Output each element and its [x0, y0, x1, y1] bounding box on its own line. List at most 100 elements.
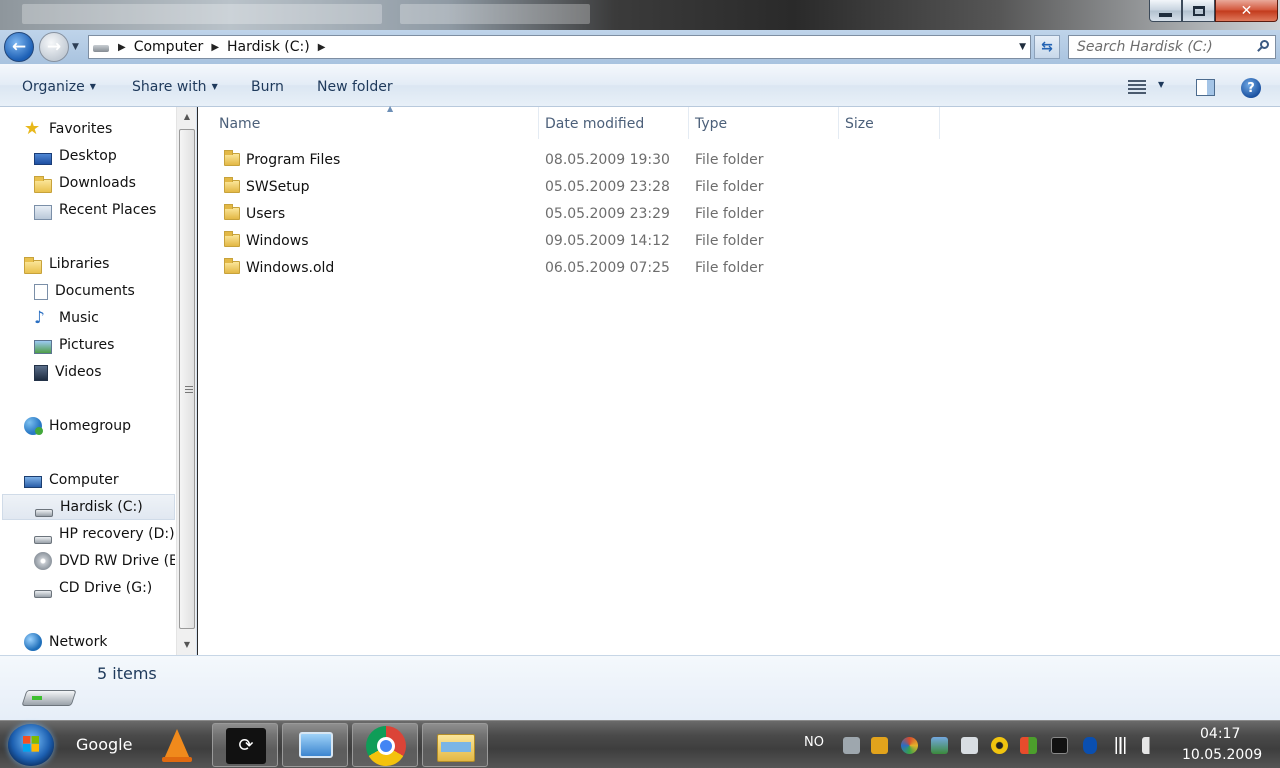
search-input[interactable]: Search Hardisk (C:) — [1068, 35, 1276, 59]
google-toolbar[interactable]: Google — [76, 735, 132, 754]
organize-button[interactable]: Organize ▼ — [22, 79, 96, 95]
taskbar: Google ⟳ NO 04:17 10.05.2009 — [0, 720, 1280, 768]
file-row[interactable]: Windows.old 06.05.2009 07:25 File folder — [222, 256, 782, 282]
network-tray-icon[interactable] — [843, 737, 860, 754]
nav-downloads[interactable]: Downloads — [34, 170, 136, 196]
nav-homegroup[interactable]: Homegroup — [24, 413, 131, 439]
address-bar[interactable]: ▶ Computer ▶ Hardisk (C:) ▶ ▼ — [88, 35, 1031, 59]
file-list: Name ▲ Date modified Type Size Program Fi… — [198, 104, 1280, 655]
column-header-name[interactable]: Name ▲ — [213, 104, 539, 139]
tray-app-icon[interactable] — [961, 737, 978, 754]
column-label: Type — [695, 116, 728, 132]
clock-time[interactable]: 04:17 — [1200, 726, 1240, 742]
new-folder-button[interactable]: New folder — [317, 79, 393, 95]
back-button[interactable]: ← — [4, 32, 34, 62]
nav-libraries[interactable]: Libraries — [24, 251, 109, 277]
steam-tray-icon[interactable] — [1051, 737, 1068, 754]
breadcrumb-chevron-icon[interactable]: ▶ — [318, 42, 326, 53]
tray-app-icon[interactable] — [871, 737, 888, 754]
tray-app-icon[interactable] — [931, 737, 948, 754]
breadcrumb-chevron-icon[interactable]: ▶ — [211, 42, 219, 53]
nav-desktop[interactable]: Desktop — [34, 143, 117, 169]
scroll-up-icon[interactable]: ▲ — [177, 109, 197, 125]
refresh-button[interactable]: ⇆ — [1034, 35, 1060, 59]
address-dropdown-icon[interactable]: ▼ — [1019, 42, 1026, 52]
file-row[interactable]: Users 05.05.2009 23:29 File folder — [222, 202, 782, 228]
nav-recent-places[interactable]: Recent Places — [34, 197, 156, 223]
nav-hardisk-c[interactable]: Hardisk (C:) — [2, 494, 175, 520]
nav-music[interactable]: ♪ Music — [34, 305, 99, 331]
change-view-button[interactable]: ▼ — [1126, 78, 1174, 96]
nav-cd-drive-g[interactable]: CD Drive (G:) — [34, 575, 152, 601]
steam-icon[interactable]: ⟳ — [212, 723, 278, 767]
bluetooth-icon[interactable] — [1083, 737, 1097, 754]
tray-app-icon[interactable] — [901, 737, 918, 754]
nav-favorites[interactable]: ★ Favorites — [24, 116, 112, 142]
nav-label: Desktop — [59, 148, 117, 164]
language-indicator[interactable]: NO — [804, 735, 824, 750]
start-button[interactable] — [8, 724, 54, 766]
nav-label: Homegroup — [49, 418, 132, 434]
remote-desktop-icon[interactable] — [282, 723, 348, 767]
file-type: File folder — [695, 206, 764, 222]
file-date: 08.05.2009 19:30 — [545, 152, 670, 168]
organize-label: Organize — [22, 79, 85, 95]
nav-label: DVD RW Drive (E: — [59, 553, 175, 569]
nav-dvd-rw-drive-e[interactable]: DVD RW Drive (E: — [34, 548, 175, 574]
file-row[interactable]: Windows 09.05.2009 14:12 File folder — [222, 229, 782, 255]
nav-network[interactable]: Network — [24, 629, 107, 655]
close-icon: ✕ — [1240, 2, 1253, 19]
nav-hp-recovery-d[interactable]: HP recovery (D:) — [34, 521, 175, 547]
sort-ascending-icon: ▲ — [387, 104, 394, 113]
tray-app-icon[interactable] — [1020, 737, 1037, 754]
tray-app-icon[interactable] — [991, 737, 1008, 754]
scrollbar-thumb[interactable] — [179, 129, 195, 629]
breadcrumb-computer[interactable]: Computer — [134, 39, 204, 55]
column-header-type[interactable]: Type — [689, 107, 839, 139]
help-button[interactable]: ? — [1241, 78, 1261, 98]
vlc-icon[interactable] — [150, 723, 216, 767]
breadcrumb-hardisk[interactable]: Hardisk (C:) — [227, 39, 310, 55]
nav-videos[interactable]: Videos — [34, 359, 102, 385]
file-row[interactable]: SWSetup 05.05.2009 23:28 File folder — [222, 175, 782, 201]
hard-drive-icon — [21, 686, 77, 710]
close-button[interactable]: ✕ — [1215, 0, 1278, 22]
address-row: ← → ▼ ▶ Computer ▶ Hardisk (C:) ▶ ▼ ⇆ Se… — [0, 30, 1280, 64]
chevron-down-icon: ▼ — [89, 82, 96, 91]
details-view-icon — [1128, 80, 1146, 94]
breadcrumb-chevron-icon[interactable]: ▶ — [118, 42, 126, 53]
restore-button[interactable] — [1182, 0, 1215, 22]
nav-pictures[interactable]: Pictures — [34, 332, 114, 358]
share-with-button[interactable]: Share with ▼ — [132, 79, 218, 95]
music-icon: ♪ — [34, 308, 45, 328]
column-header-size[interactable]: Size — [839, 107, 940, 139]
network-icon — [24, 633, 42, 651]
recent-places-icon — [34, 204, 52, 220]
nav-documents[interactable]: Documents — [34, 278, 135, 304]
search-icon[interactable] — [1256, 40, 1270, 54]
grip-icon — [185, 386, 193, 394]
wifi-signal-icon[interactable] — [1112, 737, 1129, 754]
item-count: 5 items — [97, 664, 157, 683]
volume-icon[interactable] — [1142, 737, 1159, 754]
folder-icon — [224, 177, 240, 193]
recent-pages-dropdown-icon[interactable]: ▼ — [72, 42, 79, 52]
details-pane: 5 items — [0, 655, 1280, 720]
burn-button[interactable]: Burn — [251, 79, 284, 95]
minimize-button[interactable] — [1149, 0, 1182, 22]
windows-explorer-icon[interactable] — [422, 723, 488, 767]
search-placeholder: Search Hardisk (C:) — [1077, 39, 1213, 55]
preview-pane-button[interactable] — [1196, 79, 1215, 96]
clock-date[interactable]: 10.05.2009 — [1182, 747, 1262, 763]
nav-label: Libraries — [49, 256, 110, 272]
file-row[interactable]: Program Files 08.05.2009 19:30 File fold… — [222, 148, 782, 174]
chrome-icon[interactable] — [352, 723, 418, 767]
nav-label: Music — [59, 310, 99, 326]
forward-button[interactable]: → — [39, 32, 69, 62]
back-arrow-icon: ← — [11, 37, 27, 57]
scroll-down-icon[interactable]: ▼ — [177, 637, 197, 653]
column-header-date-modified[interactable]: Date modified — [539, 107, 689, 139]
navigation-scrollbar[interactable]: ▲ ▼ — [176, 107, 196, 655]
nav-computer[interactable]: Computer — [24, 467, 119, 493]
new-folder-label: New folder — [317, 79, 393, 95]
